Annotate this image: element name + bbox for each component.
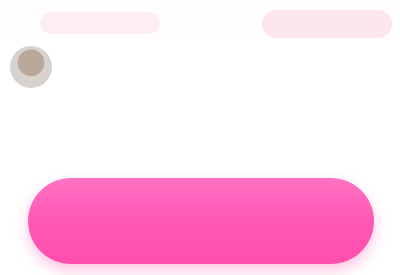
top-action-pill[interactable]: [262, 10, 392, 38]
avatar[interactable]: [10, 46, 52, 88]
primary-cta-button[interactable]: [28, 178, 374, 264]
top-bar: [0, 0, 400, 40]
post-header: [10, 46, 370, 90]
top-nav-pill[interactable]: [40, 12, 160, 34]
